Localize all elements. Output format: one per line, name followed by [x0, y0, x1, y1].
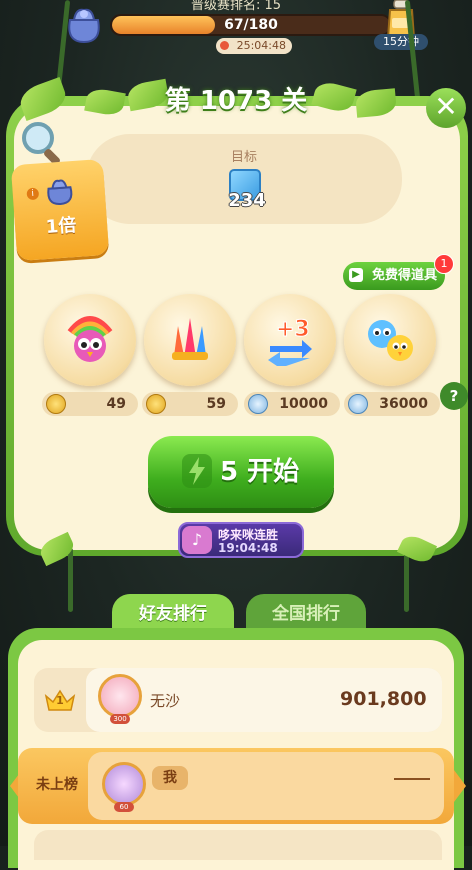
goal-box: 目标 234	[86, 134, 402, 224]
energy-count: 5	[220, 457, 239, 487]
rank-number: 1	[56, 694, 64, 707]
avatar-level-badge: 60	[114, 802, 134, 812]
booster-slot-bird-pair[interactable]	[344, 294, 436, 386]
svg-text:+3: +3	[276, 317, 310, 342]
avatar-level-badge: 300	[110, 714, 130, 724]
booster-price-value: 49	[106, 396, 126, 412]
plus-three-moves-icon: +3	[268, 317, 312, 366]
booster-price-value: 36000	[379, 396, 428, 412]
video-play-icon: ▶	[349, 268, 363, 282]
gold-coin-icon	[146, 394, 166, 414]
player-score: 901,800	[340, 688, 427, 710]
booster-price-value: 59	[206, 396, 226, 412]
ranking-row[interactable]: 1 300 无沙 901,800	[34, 668, 442, 732]
silver-coin-icon	[348, 394, 368, 414]
booster-slot-rainbow-bird[interactable]	[44, 294, 136, 386]
my-score-placeholder	[394, 778, 430, 780]
notification-badge: 1	[434, 254, 454, 274]
streak-timer: 19:04:48	[218, 541, 278, 555]
music-note-icon: ♪	[182, 526, 212, 554]
start-button[interactable]: 5 开始	[148, 436, 334, 508]
multiplier-label: 1倍	[45, 214, 78, 238]
level-title: 第 1073 关	[164, 86, 308, 116]
my-ranking-row[interactable]: 60	[18, 748, 454, 824]
lucky-bag-icon	[47, 179, 73, 205]
event-progress-bar: 67/180	[110, 14, 392, 36]
my-rank-status: 未上榜	[36, 777, 78, 793]
help-button[interactable]: ?	[440, 382, 468, 410]
start-text: 开始	[247, 457, 300, 487]
booster-price: 36000	[344, 392, 440, 416]
goal-count: 234	[228, 190, 266, 211]
rocket-bundle-icon	[172, 318, 208, 360]
start-label: 5 开始	[220, 436, 299, 508]
info-icon[interactable]: i	[26, 187, 40, 201]
magnifier-icon[interactable]	[18, 118, 68, 168]
booster-slot-extra-moves[interactable]: +3	[244, 294, 336, 386]
close-icon: ✕	[434, 90, 458, 123]
free-item-button[interactable]: ▶ 免费得道具	[343, 262, 445, 290]
arrow-right-decoration	[454, 770, 466, 802]
booster-price-value: 10000	[279, 396, 328, 412]
event-timer: 25:04:48	[216, 38, 292, 54]
avatar[interactable]	[102, 762, 146, 806]
close-button[interactable]: ✕	[426, 88, 466, 128]
event-timer-text: 25:04:48	[236, 39, 286, 52]
vine-decoration	[68, 548, 73, 612]
free-item-label: 免费得道具	[371, 268, 437, 283]
clock-icon	[220, 41, 229, 50]
silver-coin-icon	[248, 394, 268, 414]
ranking-row[interactable]	[34, 830, 442, 860]
bird-pair-icon	[368, 320, 413, 361]
gold-coin-icon	[46, 394, 66, 414]
win-streak-banner[interactable]: ♪ 哆来咪连胜 19:04:48	[178, 522, 304, 558]
rainbow-bird-icon	[67, 316, 113, 362]
booster-price: 10000	[244, 392, 340, 416]
bottle-timer-label: 15分钟	[374, 34, 428, 50]
multiplier-tag[interactable]: i 1倍	[10, 158, 110, 262]
progress-text: 67/180	[224, 17, 278, 33]
me-tag: 我	[152, 766, 188, 790]
player-name: 无沙	[150, 692, 181, 710]
booster-slot-rockets[interactable]	[144, 294, 236, 386]
vine-decoration	[404, 548, 409, 612]
goal-label: 目标	[230, 150, 257, 165]
booster-price: 49	[42, 392, 138, 416]
booster-price: 59	[142, 392, 238, 416]
avatar[interactable]	[98, 674, 142, 718]
energy-bolt-icon	[182, 454, 212, 488]
